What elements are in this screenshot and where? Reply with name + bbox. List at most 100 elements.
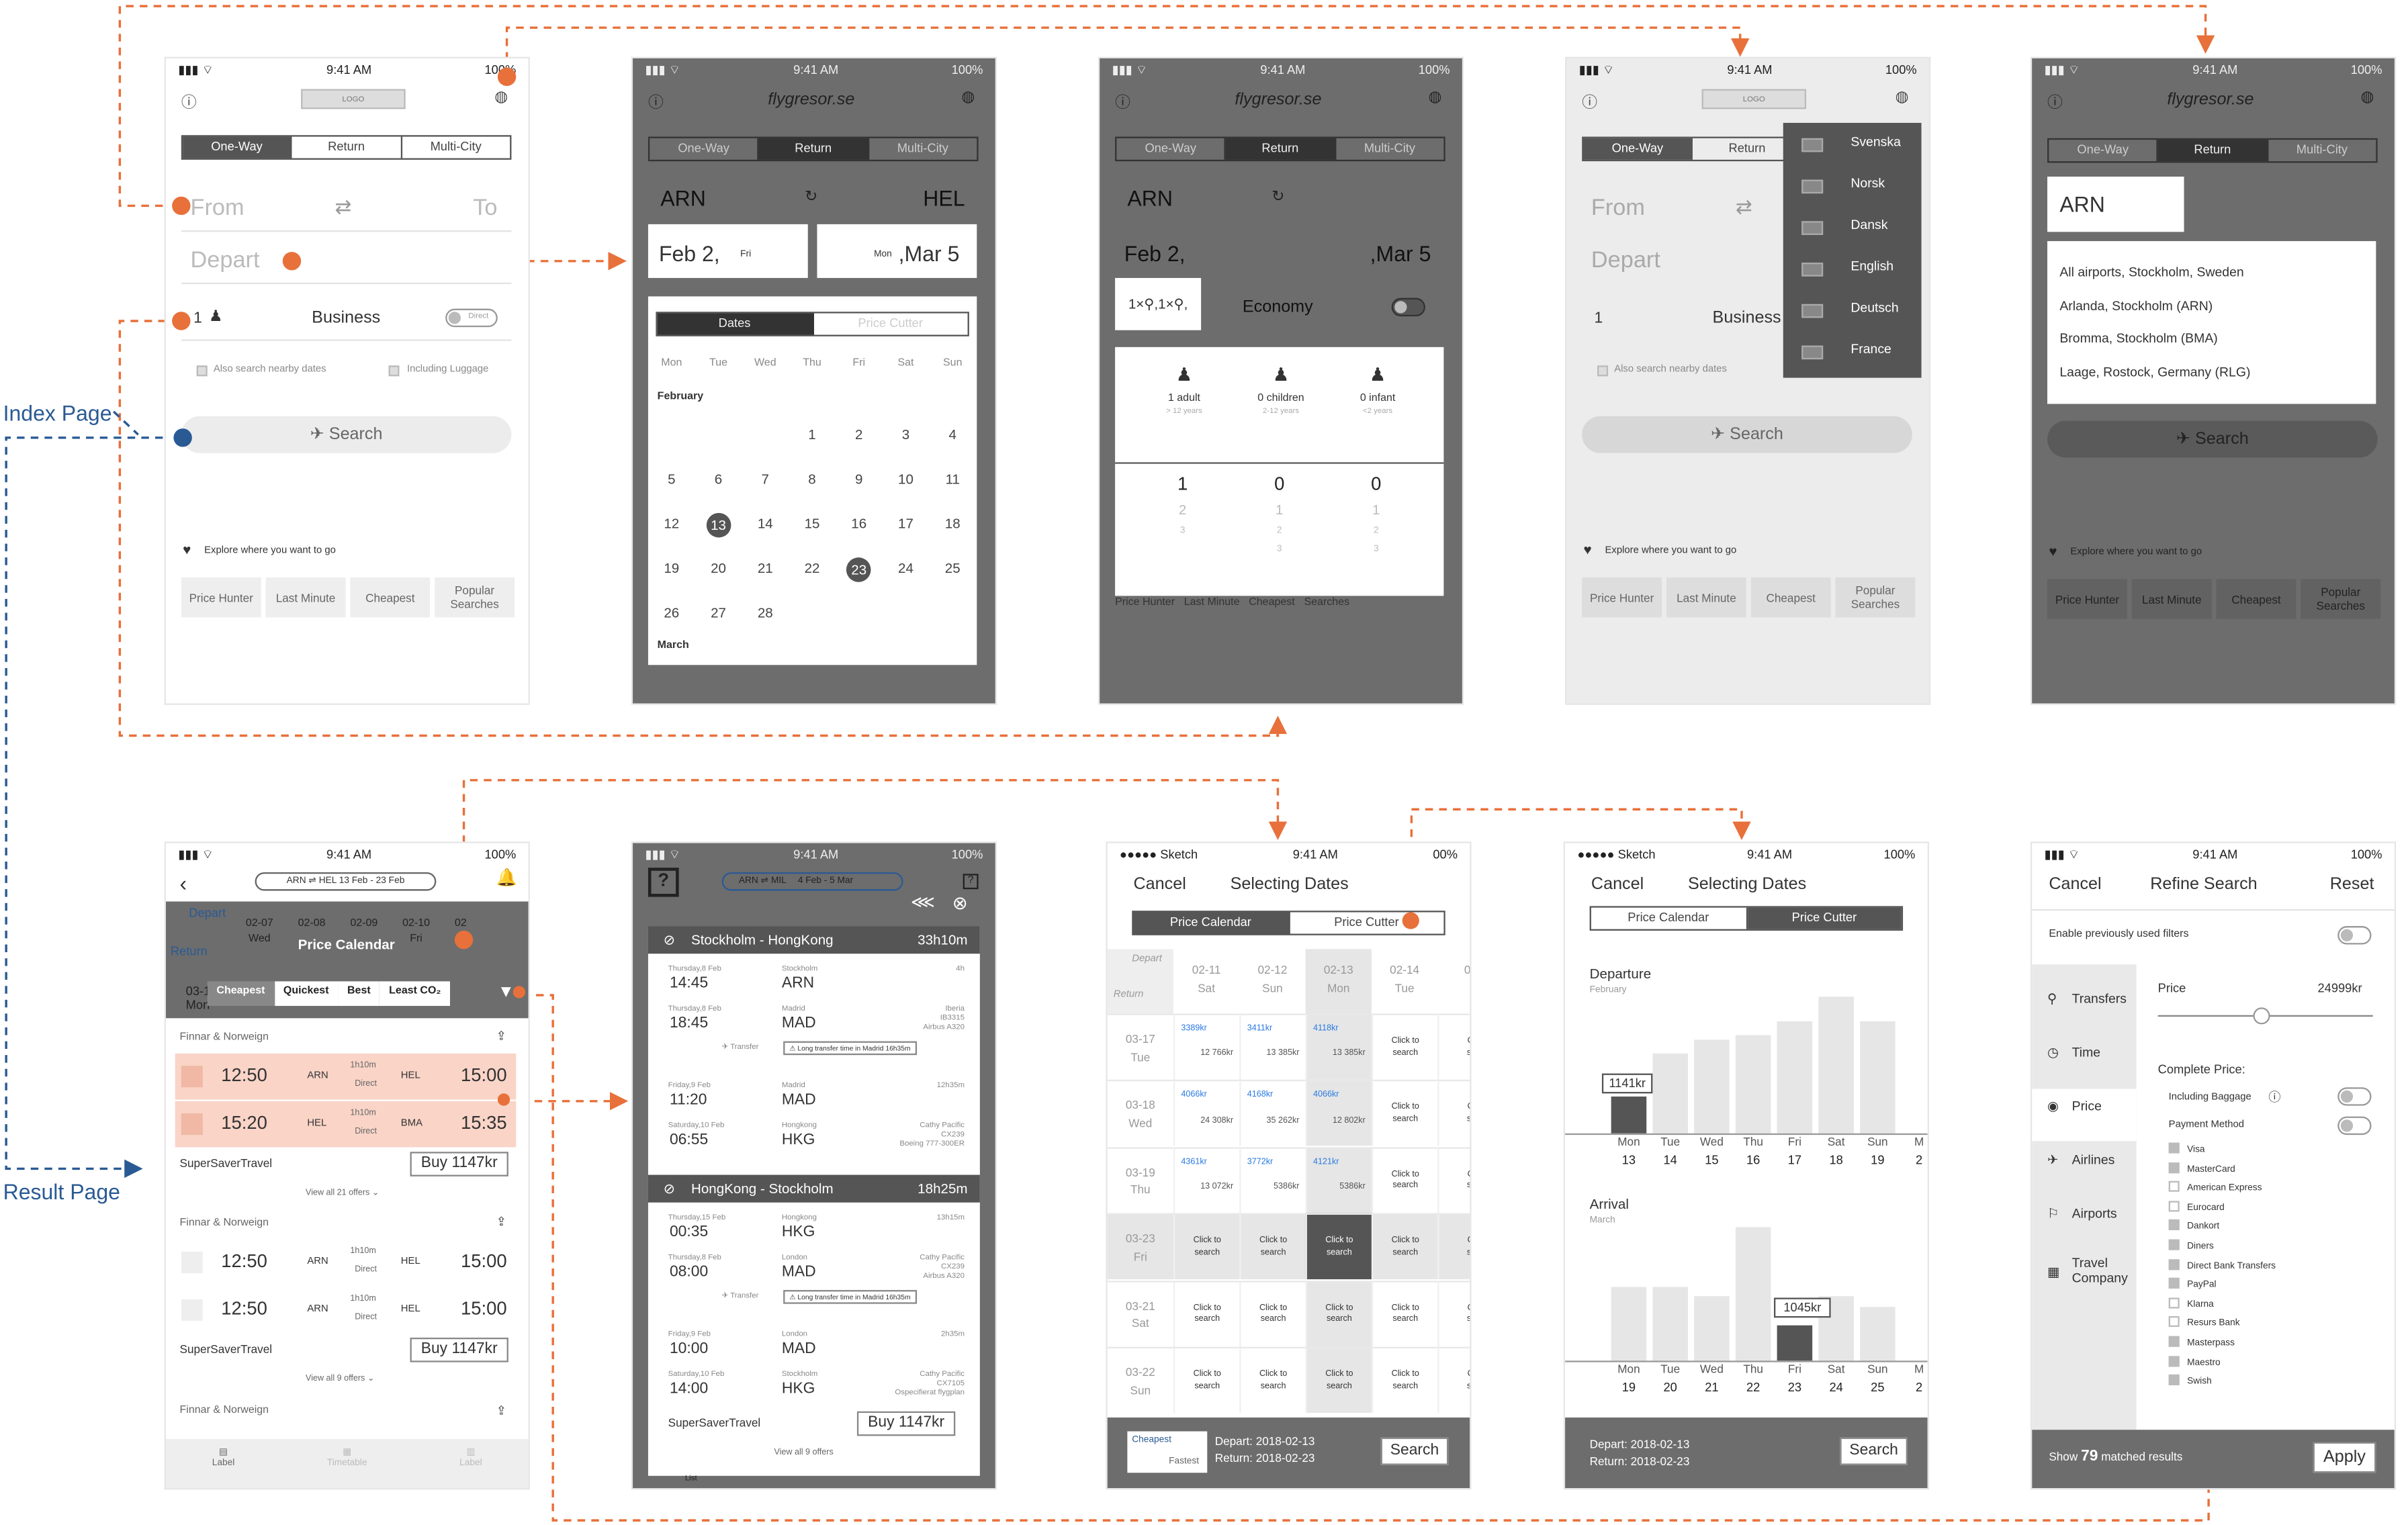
return-date-header[interactable]: 03-19 Thu <box>1107 1146 1173 1213</box>
calendar-day[interactable]: 7 <box>742 472 789 488</box>
day-label[interactable]: Fri 23 <box>1777 1362 1813 1394</box>
info-icon[interactable]: ⓘ <box>648 89 664 112</box>
calendar-day[interactable]: 25 <box>929 561 976 577</box>
option-box[interactable]: Cheapest Fastest <box>1127 1431 1208 1473</box>
day-label[interactable]: Sun 25 <box>1860 1362 1896 1394</box>
filter-travel-company[interactable]: ▦ Travel Company <box>2032 1250 2136 1303</box>
return-date-header[interactable]: 03-22 Sun <box>1107 1346 1173 1413</box>
flight-row[interactable]: 15:20 HEL 1h10m Direct BMA 15:35 <box>175 1101 517 1148</box>
swap-icon[interactable]: ⇄ <box>1736 195 1752 220</box>
help-icon[interactable]: ? <box>648 868 679 897</box>
depart-field[interactable]: Depart <box>191 247 260 273</box>
calendar-day[interactable]: 16 <box>836 516 883 533</box>
checkbox[interactable] <box>2168 1297 2180 1309</box>
price-cell[interactable]: Click to search <box>1239 1213 1306 1280</box>
price-cell[interactable]: Click to search <box>1305 1280 1372 1346</box>
select-box[interactable] <box>181 1299 203 1321</box>
tab-multi-city[interactable]: Multi-City <box>402 137 510 158</box>
day-label[interactable]: M2 <box>1902 1136 1928 1166</box>
checkbox[interactable] <box>2168 1375 2180 1386</box>
bar-tue-20[interactable] <box>1652 1287 1688 1361</box>
lang-item-deutsch[interactable]: Deutsch <box>1783 290 1922 332</box>
route-pill[interactable]: ARN ⇌ MIL 4 Feb - 5 Mar <box>721 872 903 891</box>
chip-cheapest[interactable]: Cheapest <box>350 577 431 618</box>
day-label[interactable]: Sat 24 <box>1818 1362 1854 1394</box>
chip-cheapest[interactable]: Cheapest <box>1750 577 1831 618</box>
lang-item-norsk[interactable]: Norsk <box>1783 166 1922 207</box>
chip-popular-searches[interactable]: Popular Searches <box>2301 579 2381 619</box>
checkbox[interactable] <box>2168 1219 2180 1231</box>
origin-code[interactable]: ARN <box>1127 186 1173 211</box>
to-field[interactable]: To <box>473 195 497 221</box>
passenger-count[interactable]: 1 <box>193 310 202 328</box>
search-button[interactable]: Search <box>1840 1437 1908 1465</box>
airport-option[interactable]: Laage, Rostock, Germany (RLG) <box>2059 363 2250 379</box>
nearby-checkbox[interactable] <box>196 365 208 377</box>
return-date-header[interactable]: 03-17 Tue <box>1107 1013 1173 1079</box>
calendar-day[interactable]: 2 <box>836 428 883 444</box>
tab-label-2[interactable]: ▥ Label <box>459 1448 482 1488</box>
route-pill[interactable]: ARN ⇌ HEL 13 Feb - 23 Feb <box>255 872 437 891</box>
sort-cheapest[interactable]: Cheapest <box>207 981 275 1006</box>
view-offers[interactable]: View all 9 offers ⌄ <box>306 1375 374 1384</box>
cancel-button[interactable]: Cancel <box>1591 876 1644 895</box>
baggage-toggle[interactable] <box>2337 1087 2372 1106</box>
day-label[interactable]: Sun 19 <box>1860 1136 1896 1166</box>
globe-icon[interactable]: ◍ <box>961 89 975 106</box>
price-slider-knob[interactable] <box>2253 1007 2270 1025</box>
calendar-day[interactable]: 6 <box>695 472 742 488</box>
price-cell[interactable]: Click to search <box>1239 1280 1306 1346</box>
date-column[interactable]: 02-08 <box>298 919 326 934</box>
tab-timetable[interactable]: ▦ Timetable <box>327 1448 367 1488</box>
cabin-class[interactable]: Business <box>312 309 380 328</box>
price-cell[interactable]: Click to search <box>1305 1213 1372 1280</box>
price-cell[interactable]: Click to search <box>1239 1346 1306 1414</box>
chip-popular-searches[interactable]: Popular Searches <box>435 577 515 618</box>
buy-button[interactable]: Buy 1147kr <box>856 1411 956 1436</box>
payment-method[interactable]: Klarna <box>2168 1297 2214 1311</box>
payment-method[interactable]: Diners <box>2168 1239 2214 1253</box>
passenger-type[interactable]: ♟ 0 infant <2 years <box>1339 364 1416 417</box>
day-label[interactable]: Wed 15 <box>1694 1136 1730 1166</box>
filter-transfers[interactable]: ⚲ Transfers <box>2032 981 2136 1033</box>
globe-icon[interactable]: ◍ <box>2361 89 2374 106</box>
day-label[interactable]: Thu 16 <box>1736 1136 1771 1166</box>
chip-price-hunter[interactable]: Price Hunter <box>181 577 261 618</box>
calendar-day[interactable]: 8 <box>789 472 836 488</box>
price-cell[interactable]: Click to search <box>1371 1213 1438 1280</box>
calendar-day[interactable]: 11 <box>929 472 976 488</box>
search-button[interactable]: ✈ Search <box>181 416 512 453</box>
price-cell[interactable]: Click to search <box>1371 1346 1438 1414</box>
payment-method[interactable]: Resurs Bank <box>2168 1316 2240 1330</box>
sort-quickest[interactable]: Quickest <box>274 981 339 1006</box>
price-cell[interactable]: 3389kr 12 766kr <box>1173 1013 1240 1080</box>
payment-toggle[interactable] <box>2337 1116 2372 1136</box>
calendar-day[interactable]: 1 <box>789 428 836 444</box>
globe-icon[interactable]: ◍ <box>1429 89 1442 106</box>
buy-button[interactable]: Buy 1147kr <box>410 1337 508 1362</box>
payment-method[interactable]: PayPal <box>2168 1278 2217 1291</box>
price-cell[interactable]: 4168kr 35 262kr <box>1239 1080 1306 1146</box>
date-header[interactable]: 02-12 Sun <box>1239 949 1305 1013</box>
select-box[interactable] <box>181 1251 203 1273</box>
price-cell[interactable]: Cl se <box>1437 1346 1470 1414</box>
checkbox[interactable] <box>2168 1142 2180 1154</box>
calendar-day[interactable]: 5 <box>648 472 695 488</box>
checkbox[interactable] <box>2168 1336 2180 1347</box>
day-label[interactable]: Tue 20 <box>1652 1362 1688 1394</box>
back-icon[interactable]: ‹ <box>180 871 187 896</box>
airport-option[interactable]: All airports, Stockholm, Sweden <box>2059 265 2243 281</box>
nearby-checkbox[interactable] <box>1597 365 1609 377</box>
payment-method[interactable]: Eurocard <box>2168 1200 2225 1214</box>
select-box[interactable] <box>181 1066 203 1088</box>
lang-item-dansk[interactable]: Dansk <box>1783 207 1922 249</box>
search-button[interactable]: Search <box>1380 1437 1449 1465</box>
bar-thu-16[interactable] <box>1735 1035 1771 1134</box>
payment-method[interactable]: MasterCard <box>2168 1162 2235 1175</box>
price-cell[interactable]: Click to search <box>1371 1280 1438 1346</box>
checkbox[interactable] <box>2168 1316 2180 1328</box>
filter-time[interactable]: ◷ Time <box>2032 1035 2136 1087</box>
calendar-day[interactable]: 21 <box>742 561 789 577</box>
filter-airlines[interactable]: ✈ Airlines <box>2032 1143 2136 1195</box>
apply-button[interactable]: Apply <box>2313 1442 2376 1473</box>
